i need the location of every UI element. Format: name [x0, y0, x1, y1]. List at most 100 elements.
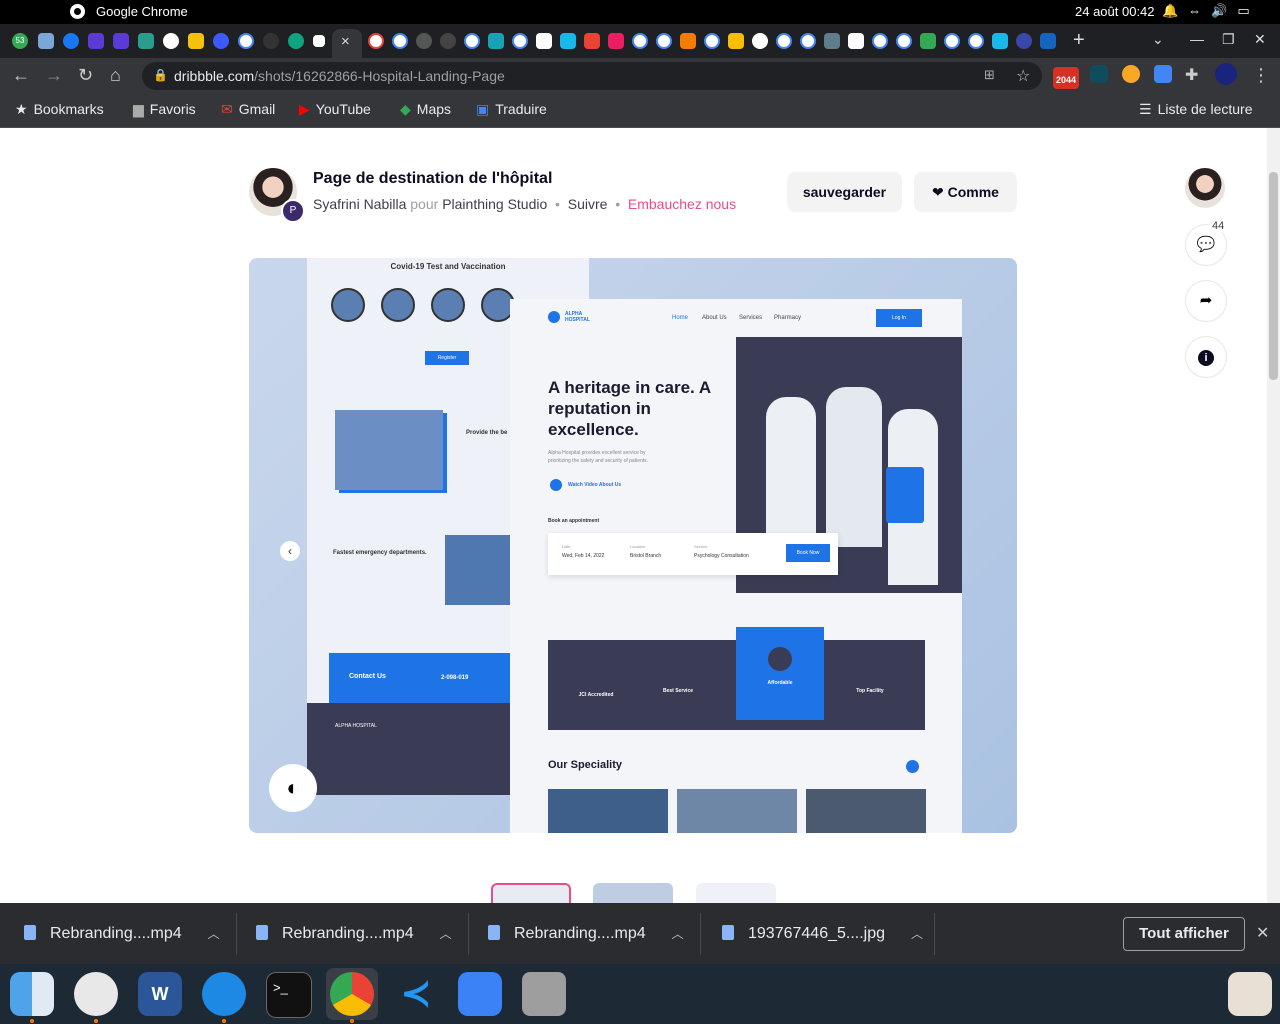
- menu-icon[interactable]: ⋮: [1252, 65, 1270, 86]
- author-link[interactable]: Syafrini Nabilla: [313, 196, 406, 212]
- chevron-up-icon[interactable]: ︿: [911, 927, 923, 941]
- vimeo-icon[interactable]: [992, 33, 1008, 49]
- google-icon[interactable]: [704, 33, 720, 49]
- share-button[interactable]: ➦: [1185, 280, 1227, 322]
- tab-favicon[interactable]: [288, 33, 304, 49]
- active-tab[interactable]: ×: [332, 29, 362, 58]
- word-icon[interactable]: W: [138, 972, 182, 1016]
- bookmark-item-maps[interactable]: ◆ Maps: [400, 101, 451, 118]
- google-icon[interactable]: [632, 33, 648, 49]
- google-icon[interactable]: [464, 33, 480, 49]
- reading-list-button[interactable]: ☰ Liste de lecture: [1139, 101, 1253, 118]
- tab-favicon[interactable]: [38, 33, 54, 49]
- address-bar[interactable]: 🔒 dribbble.com/shots/16262866-Hospital-L…: [142, 62, 1042, 90]
- tab-favicon[interactable]: [188, 33, 204, 49]
- tab-favicon[interactable]: [440, 33, 456, 49]
- google-icon[interactable]: [872, 33, 888, 49]
- tab-favicon[interactable]: [213, 33, 229, 49]
- app-name[interactable]: Google Chrome: [96, 4, 188, 19]
- home-icon[interactable]: ⌂: [110, 65, 121, 86]
- bookmark-item-traduire[interactable]: ▣ Traduire: [476, 101, 547, 118]
- github-icon[interactable]: [263, 33, 279, 49]
- download-item[interactable]: Rebranding....mp4 ︿: [488, 925, 684, 943]
- drive-icon[interactable]: [728, 33, 744, 49]
- terminal-icon[interactable]: >_: [266, 972, 312, 1018]
- google-icon[interactable]: [776, 33, 792, 49]
- translate-icon[interactable]: ⊞: [984, 67, 995, 83]
- vimeo-icon[interactable]: [560, 33, 576, 49]
- shot-image[interactable]: Covid-19 Test and Vaccination Register P…: [249, 258, 1017, 833]
- tab-favicon[interactable]: [824, 33, 840, 49]
- show-all-button[interactable]: Tout afficher: [1123, 917, 1245, 951]
- like-button[interactable]: ❤ Comme: [914, 172, 1017, 212]
- tab-favicon[interactable]: [1016, 33, 1032, 49]
- translate-extension-icon[interactable]: [1154, 65, 1172, 83]
- bookmark-item-favoris[interactable]: ▆ Favoris: [133, 101, 196, 118]
- chevron-up-icon[interactable]: ︿: [672, 927, 684, 941]
- google-icon[interactable]: [968, 33, 984, 49]
- chevron-up-icon[interactable]: ︿: [208, 927, 220, 941]
- tab-favicon[interactable]: [608, 33, 624, 49]
- finder-icon[interactable]: [10, 972, 54, 1016]
- close-tab-icon[interactable]: ×: [341, 33, 350, 50]
- google-icon[interactable]: [944, 33, 960, 49]
- app-grid-icon[interactable]: [1228, 972, 1272, 1016]
- extension-icon[interactable]: [1122, 65, 1140, 83]
- lock-icon[interactable]: 🔒: [153, 68, 168, 82]
- gmail-icon[interactable]: [584, 33, 600, 49]
- info-button[interactable]: i: [1185, 336, 1227, 378]
- team-link[interactable]: Plainthing Studio: [442, 196, 547, 212]
- thumbnail-3[interactable]: [696, 883, 776, 903]
- download-item[interactable]: 193767446_5....jpg ︿: [722, 925, 923, 943]
- save-button[interactable]: sauvegarder: [787, 172, 902, 212]
- chrome-dock-icon[interactable]: [330, 972, 374, 1016]
- bookmark-item-bookmarks[interactable]: ★ Bookmarks: [15, 101, 104, 118]
- author-avatar-small[interactable]: [1185, 168, 1225, 208]
- wikipedia-icon[interactable]: [848, 33, 864, 49]
- disk-utility-icon[interactable]: [522, 972, 566, 1016]
- google-icon[interactable]: [392, 33, 408, 49]
- tab-favicon[interactable]: [88, 33, 104, 49]
- tab-favicon[interactable]: [416, 33, 432, 49]
- tab-favicon[interactable]: [1040, 33, 1056, 49]
- download-item[interactable]: Rebranding....mp4 ︿: [256, 925, 452, 943]
- tab-favicon[interactable]: [680, 33, 696, 49]
- system-tray-icons[interactable]: 🔔⇔🔊▭: [1162, 3, 1260, 19]
- drive-icon[interactable]: [920, 33, 936, 49]
- tab-favicon[interactable]: [163, 33, 179, 49]
- tab-favicon[interactable]: [536, 33, 552, 49]
- close-window-icon[interactable]: ✕: [1254, 31, 1266, 48]
- music-player-icon[interactable]: [74, 972, 118, 1016]
- thumbnail-2[interactable]: [593, 883, 673, 903]
- download-item[interactable]: Rebranding....mp4 ︿: [24, 925, 220, 943]
- puzzle-icon[interactable]: ✚: [1185, 65, 1203, 84]
- launchpad-icon[interactable]: [458, 972, 502, 1016]
- facebook-icon[interactable]: [63, 33, 79, 49]
- back-icon[interactable]: ←: [12, 65, 30, 86]
- forward-icon[interactable]: →: [45, 65, 63, 86]
- tab-favicon[interactable]: [313, 35, 325, 47]
- bookmark-star-icon[interactable]: ☆: [1016, 66, 1030, 86]
- tab-badge-icon[interactable]: 53: [12, 33, 28, 49]
- hire-link[interactable]: Embauchez nous: [628, 196, 736, 212]
- tab-favicon[interactable]: [138, 33, 154, 49]
- tab-favicon[interactable]: [113, 33, 129, 49]
- google-icon[interactable]: [800, 33, 816, 49]
- tab-search-icon[interactable]: ⌄: [1152, 31, 1164, 48]
- new-tab-icon[interactable]: +: [1073, 29, 1085, 52]
- profile-icon[interactable]: [1215, 63, 1237, 85]
- google-icon[interactable]: [656, 33, 672, 49]
- google-icon[interactable]: [512, 33, 528, 49]
- maximize-icon[interactable]: ❐: [1222, 31, 1235, 48]
- bookmark-item-gmail[interactable]: ✉ Gmail: [221, 101, 275, 118]
- prev-arrow-icon[interactable]: ‹: [280, 541, 300, 561]
- reload-icon[interactable]: ↻: [78, 65, 93, 86]
- url-text[interactable]: dribbble.com/shots/16262866-Hospital-Lan…: [174, 68, 505, 84]
- vscode-icon[interactable]: ≺: [394, 972, 438, 1016]
- scrollbar-thumb[interactable]: [1269, 172, 1278, 380]
- app-store-icon[interactable]: [202, 972, 246, 1016]
- clock[interactable]: 24 août 00:42: [1075, 4, 1155, 19]
- google-icon[interactable]: [368, 33, 384, 49]
- tab-favicon[interactable]: [488, 33, 504, 49]
- tab-favicon[interactable]: [752, 33, 768, 49]
